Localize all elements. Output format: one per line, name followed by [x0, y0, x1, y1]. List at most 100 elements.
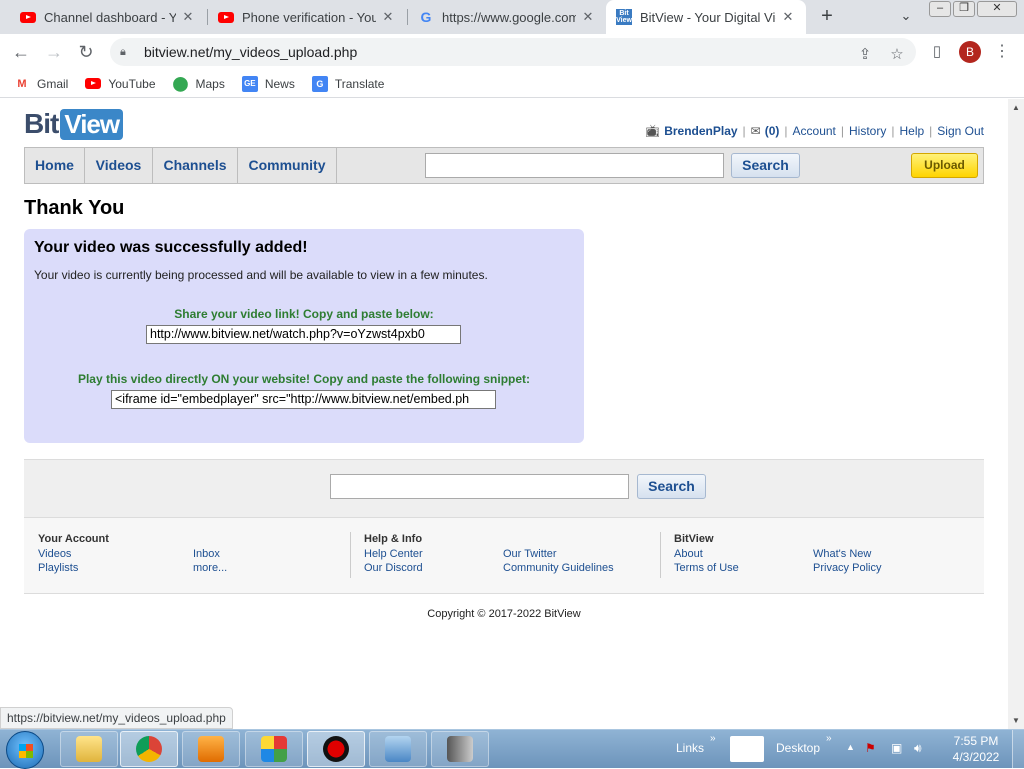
footer-link-terms[interactable]: Terms of Use [674, 562, 739, 574]
footer-link-guidelines[interactable]: Community Guidelines [503, 562, 614, 574]
footer-link-help-center[interactable]: Help Center [364, 548, 423, 560]
window-close-button[interactable]: ✕ [977, 1, 1017, 17]
account-link[interactable]: Account [793, 124, 836, 138]
footer-link-discord[interactable]: Our Discord [364, 562, 423, 574]
close-icon[interactable]: ✕ [780, 9, 796, 25]
page-scrollbar[interactable]: ▲ ▼ [1008, 99, 1024, 729]
taskbar-chrome[interactable] [120, 731, 178, 767]
whiteboard-icon[interactable] [730, 736, 764, 762]
close-icon[interactable]: ✕ [180, 9, 196, 25]
browser-tab[interactable]: G https://www.google.com/ ✕ [408, 0, 606, 34]
action-center-icon[interactable]: ⚑ [865, 741, 876, 755]
footer-link-inbox[interactable]: Inbox [193, 548, 227, 560]
taskbar-control-panel[interactable] [369, 731, 427, 767]
bookmark-label: Maps [195, 76, 225, 91]
minimize-button[interactable]: – [929, 1, 951, 17]
nav-videos[interactable]: Videos [85, 148, 153, 183]
gmail-icon: M [17, 77, 27, 90]
chevron-icon[interactable]: » [710, 733, 716, 744]
system-clock[interactable]: 7:55 PM 4/3/2022 [945, 733, 1007, 765]
omnibox[interactable]: 🔒︎ bitview.net/my_videos_upload.php ⇪ ☆ [110, 38, 916, 66]
nav-home[interactable]: Home [25, 148, 85, 183]
tray-expand-icon[interactable]: ▲ [846, 742, 855, 752]
tab-search-button[interactable]: ⌄ [896, 6, 916, 26]
url-text: bitview.net/my_videos_upload.php [144, 44, 358, 60]
page-title: Thank You [24, 197, 125, 219]
browser-tab[interactable]: Phone verification - YouTube ✕ [208, 0, 406, 34]
footer-link-whats-new[interactable]: What's New [813, 548, 881, 560]
nav-community[interactable]: Community [238, 148, 337, 183]
bookmark-gmail[interactable]: M Gmail [14, 76, 68, 92]
show-desktop-button[interactable] [1012, 730, 1024, 769]
start-button[interactable] [6, 731, 44, 769]
desktop-toolbar[interactable]: Desktop [776, 741, 820, 755]
taskbar-server[interactable] [431, 731, 489, 767]
youtube-icon [20, 9, 36, 25]
back-button[interactable]: ← [9, 40, 33, 64]
footer-link-more[interactable]: more... [193, 562, 227, 574]
upload-button[interactable]: Upload [911, 153, 978, 178]
side-panel-icon[interactable]: ▯ [926, 41, 948, 63]
bookmark-star-icon[interactable]: ☆ [886, 44, 908, 66]
bitview-logo[interactable]: Bit View [24, 107, 124, 141]
nav-channels[interactable]: Channels [153, 148, 238, 183]
links-toolbar[interactable]: Links [676, 741, 704, 755]
google-icon: G [420, 9, 432, 25]
inbox-icon[interactable]: ✉ [751, 124, 761, 138]
bookmark-youtube[interactable]: YouTube [85, 76, 156, 92]
bookmark-news[interactable]: GE News [241, 75, 295, 92]
footer-search-input[interactable] [330, 474, 629, 499]
footer-search-button[interactable]: Search [637, 474, 706, 499]
youtube-icon [218, 9, 234, 25]
footer-heading: Help & Info [364, 533, 423, 545]
reload-button[interactable]: ↻ [74, 40, 98, 64]
footer-link-playlists[interactable]: Playlists [38, 562, 109, 574]
footer-link-videos[interactable]: Videos [38, 548, 109, 560]
chevron-icon[interactable]: » [826, 733, 832, 744]
success-panel: Your video was successfully added! Your … [24, 229, 584, 443]
browser-tab[interactable]: Channel dashboard - YouTube ✕ [10, 0, 206, 34]
web-page: Bit View 📺︎ BrendenPlay | ✉ (0) | Accoun… [0, 99, 1008, 729]
footer-link-about[interactable]: About [674, 548, 739, 560]
bookmark-translate[interactable]: G Translate [311, 75, 384, 92]
new-tab-button[interactable]: + [815, 4, 839, 28]
browser-tab-active[interactable]: Bit View BitView - Your Digital Video ✕ [606, 0, 806, 34]
inbox-count[interactable]: (0) [765, 124, 780, 138]
bookmark-maps[interactable]: ⬤ Maps [173, 75, 225, 92]
forward-button[interactable]: → [42, 40, 66, 64]
close-icon[interactable]: ✕ [580, 9, 596, 25]
profile-avatar[interactable]: B [959, 41, 981, 63]
close-icon[interactable]: ✕ [380, 9, 396, 25]
header-search-button[interactable]: Search [731, 153, 800, 178]
share-link-field[interactable]: http://www.bitview.net/watch.php?v=oYzws… [146, 325, 461, 344]
media-player-icon [198, 736, 224, 762]
taskbar-explorer[interactable] [60, 731, 118, 767]
scroll-up-icon[interactable]: ▲ [1012, 103, 1020, 112]
volume-icon[interactable]: 🔊︎ [914, 741, 922, 756]
copyright: Copyright © 2017-2022 BitView [427, 608, 581, 620]
logo-bit: Bit [24, 108, 59, 139]
chrome-icon [136, 736, 162, 762]
lock-icon: 🔒︎ [120, 45, 126, 58]
processing-message: Your video is currently being processed … [34, 268, 488, 282]
footer-link-twitter[interactable]: Our Twitter [503, 548, 614, 560]
taskbar-app[interactable] [245, 731, 303, 767]
scroll-down-icon[interactable]: ▼ [1012, 716, 1020, 725]
network-icon[interactable]: ▣ [891, 741, 902, 755]
control-panel-icon [385, 736, 411, 762]
taskbar-recorder[interactable] [307, 731, 365, 767]
embed-code-field[interactable]: <iframe id="embedplayer" src="http://www… [111, 390, 496, 409]
tab-title: BitView - Your Digital Video [640, 9, 776, 25]
history-link[interactable]: History [849, 124, 886, 138]
footer-link-privacy[interactable]: Privacy Policy [813, 562, 881, 574]
sign-out-link[interactable]: Sign Out [937, 124, 984, 138]
share-icon[interactable]: ⇪ [854, 44, 876, 66]
help-link[interactable]: Help [899, 124, 924, 138]
taskbar-media[interactable] [182, 731, 240, 767]
tab-strip: Channel dashboard - YouTube ✕ Phone veri… [0, 0, 1024, 34]
header-search-input[interactable] [425, 153, 724, 178]
username-link[interactable]: BrendenPlay [664, 124, 737, 138]
browser-menu-icon[interactable]: ⋮ [994, 40, 1010, 64]
maximize-button[interactable]: ❐ [953, 1, 975, 17]
record-icon [323, 736, 349, 762]
